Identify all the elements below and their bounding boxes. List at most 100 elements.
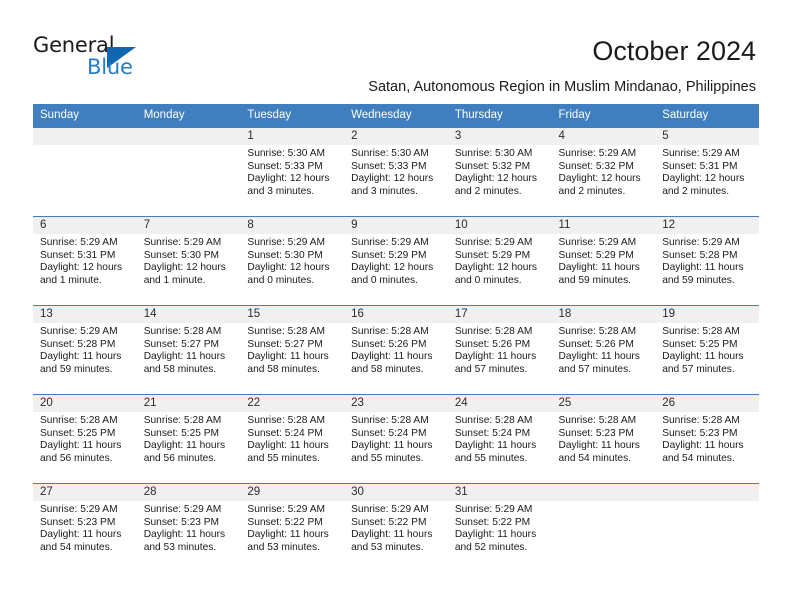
sunrise-time: Sunrise: 5:28 AM bbox=[558, 326, 637, 337]
sunset-time: Sunset: 5:24 PM bbox=[247, 427, 323, 439]
weekday-header-row: Sunday Monday Tuesday Wednesday Thursday… bbox=[33, 104, 759, 127]
day-details: Sunrise: 5:29 AM Sunset: 5:23 PM Daylight:… bbox=[33, 501, 137, 554]
calendar-day[interactable]: 19 Sunrise: 5:28 AM Sunset: 5:25 PM Dayligh… bbox=[655, 305, 759, 394]
day-number: 13 bbox=[33, 306, 137, 323]
daylight-duration-line1: Daylight: 12 hours bbox=[247, 173, 330, 185]
calendar-day[interactable]: 4 Sunrise: 5:29 AM Sunset: 5:32 PM Daylight… bbox=[551, 127, 656, 216]
general-blue-logo[interactable]: General Blue bbox=[33, 33, 213, 81]
day-details: Sunrise: 5:28 AM Sunset: 5:26 PM Daylight:… bbox=[552, 323, 656, 376]
day-details: Sunrise: 5:29 AM Sunset: 5:28 PM Daylight:… bbox=[33, 323, 137, 376]
calendar-day[interactable]: 31 Sunrise: 5:29 AM Sunset: 5:22 PM Dayligh… bbox=[447, 483, 552, 572]
day-details: Sunrise: 5:29 AM Sunset: 5:32 PM Daylight:… bbox=[552, 145, 656, 198]
sunset-time: Sunset: 5:27 PM bbox=[143, 338, 220, 350]
calendar-day[interactable]: 25 Sunrise: 5:28 AM Sunset: 5:23 PM Dayligh… bbox=[551, 394, 656, 483]
page-subtitle: Satan, Autonomous Region in Muslim Minda… bbox=[368, 79, 756, 95]
calendar-day[interactable]: 28 Sunrise: 5:29 AM Sunset: 5:23 PM Dayligh… bbox=[136, 483, 241, 572]
calendar-day-cell bbox=[551, 483, 656, 572]
day-details: Sunrise: 5:28 AM Sunset: 5:25 PM Daylight:… bbox=[137, 412, 241, 465]
daylight-duration-line2: and 54 minutes. bbox=[40, 541, 113, 553]
day-number: 11 bbox=[551, 217, 656, 234]
calendar-day-cell: 3 Sunrise: 5:30 AM Sunset: 5:32 PM Daylight… bbox=[447, 127, 552, 216]
day-details: Sunrise: 5:29 AM Sunset: 5:29 PM Daylight:… bbox=[448, 234, 552, 287]
day-details: Sunrise: 5:28 AM Sunset: 5:26 PM Daylight:… bbox=[344, 323, 448, 376]
daylight-duration-line1: Daylight: 11 hours bbox=[40, 440, 122, 452]
calendar-day-cell: 6 Sunrise: 5:29 AM Sunset: 5:31 PM Daylight… bbox=[33, 216, 137, 305]
calendar-day[interactable]: 12 Sunrise: 5:29 AM Sunset: 5:28 PM Dayligh… bbox=[655, 216, 759, 305]
calendar-day[interactable]: 13 Sunrise: 5:29 AM Sunset: 5:28 PM Dayligh… bbox=[33, 305, 137, 394]
calendar-day[interactable]: 8 Sunrise: 5:29 AM Sunset: 5:30 PM Daylight… bbox=[240, 216, 345, 305]
day-number: 22 bbox=[240, 395, 345, 412]
calendar-day[interactable]: 7 Sunrise: 5:29 AM Sunset: 5:30 PM Daylight… bbox=[136, 216, 241, 305]
calendar-day[interactable]: 22 Sunrise: 5:28 AM Sunset: 5:24 PM Dayligh… bbox=[240, 394, 345, 483]
calendar-day-cell: 24 Sunrise: 5:28 AM Sunset: 5:24 PM Dayligh… bbox=[447, 394, 552, 483]
calendar-day[interactable]: 6 Sunrise: 5:29 AM Sunset: 5:31 PM Daylight… bbox=[33, 216, 137, 305]
calendar-day[interactable]: 3 Sunrise: 5:30 AM Sunset: 5:32 PM Daylight… bbox=[447, 127, 552, 216]
sunrise-time: Sunrise: 5:29 AM bbox=[558, 148, 637, 159]
calendar-day[interactable]: 11 Sunrise: 5:29 AM Sunset: 5:29 PM Dayligh… bbox=[551, 216, 656, 305]
day-details: Sunrise: 5:29 AM Sunset: 5:29 PM Daylight:… bbox=[344, 234, 448, 287]
daylight-duration-line1: Daylight: 11 hours bbox=[351, 440, 433, 452]
sunset-time: Sunset: 5:30 PM bbox=[143, 249, 220, 261]
calendar-day[interactable]: 2 Sunrise: 5:30 AM Sunset: 5:33 PM Daylight… bbox=[344, 127, 448, 216]
calendar-day[interactable]: 18 Sunrise: 5:28 AM Sunset: 5:26 PM Dayligh… bbox=[551, 305, 656, 394]
day-number: 31 bbox=[447, 484, 552, 501]
calendar-day[interactable]: 26 Sunrise: 5:28 AM Sunset: 5:23 PM Dayligh… bbox=[655, 394, 759, 483]
weekday-header-friday: Friday bbox=[551, 104, 656, 127]
calendar-day[interactable]: 21 Sunrise: 5:28 AM Sunset: 5:25 PM Dayligh… bbox=[136, 394, 241, 483]
daylight-duration-line2: and 58 minutes. bbox=[247, 363, 320, 375]
calendar-day[interactable]: 23 Sunrise: 5:28 AM Sunset: 5:24 PM Dayligh… bbox=[344, 394, 448, 483]
day-number: 7 bbox=[136, 217, 241, 234]
daylight-duration-line1: Daylight: 12 hours bbox=[351, 262, 434, 274]
sunset-time: Sunset: 5:29 PM bbox=[351, 249, 427, 261]
daylight-duration-line1: Daylight: 12 hours bbox=[454, 262, 537, 274]
daylight-duration-line2: and 55 minutes. bbox=[454, 452, 528, 464]
calendar-day[interactable]: 5 Sunrise: 5:29 AM Sunset: 5:31 PM Daylight… bbox=[655, 127, 759, 216]
day-number: 14 bbox=[136, 306, 241, 323]
calendar-day[interactable]: 10 Sunrise: 5:29 AM Sunset: 5:29 PM Dayligh… bbox=[447, 216, 552, 305]
sunrise-sunset-calendar: Sunday Monday Tuesday Wednesday Thursday… bbox=[33, 104, 759, 572]
calendar-day[interactable]: 20 Sunrise: 5:28 AM Sunset: 5:25 PM Dayligh… bbox=[33, 394, 137, 483]
calendar-day[interactable]: 1 Sunrise: 5:30 AM Sunset: 5:33 PM Daylight… bbox=[240, 127, 345, 216]
sunset-time: Sunset: 5:28 PM bbox=[40, 338, 116, 350]
daylight-duration-line2: and 59 minutes. bbox=[558, 274, 632, 286]
sunrise-time: Sunrise: 5:28 AM bbox=[454, 415, 533, 426]
daylight-duration-line2: and 55 minutes. bbox=[351, 452, 424, 464]
day-number: 10 bbox=[447, 217, 552, 234]
logo-text-general: General bbox=[33, 33, 115, 57]
calendar-day[interactable]: 14 Sunrise: 5:28 AM Sunset: 5:27 PM Dayligh… bbox=[136, 305, 241, 394]
calendar-day[interactable]: 29 Sunrise: 5:29 AM Sunset: 5:22 PM Dayligh… bbox=[240, 483, 345, 572]
calendar-day[interactable]: 15 Sunrise: 5:28 AM Sunset: 5:27 PM Dayligh… bbox=[240, 305, 345, 394]
sunset-time: Sunset: 5:24 PM bbox=[454, 427, 531, 439]
day-number bbox=[136, 128, 241, 145]
daylight-duration-line2: and 56 minutes. bbox=[143, 452, 217, 464]
sunset-time: Sunset: 5:23 PM bbox=[662, 427, 738, 439]
calendar-day-cell: 4 Sunrise: 5:29 AM Sunset: 5:32 PM Daylight… bbox=[551, 127, 656, 216]
calendar-day[interactable]: 16 Sunrise: 5:28 AM Sunset: 5:26 PM Dayligh… bbox=[344, 305, 448, 394]
calendar-day[interactable]: 24 Sunrise: 5:28 AM Sunset: 5:24 PM Dayligh… bbox=[447, 394, 552, 483]
daylight-duration-line2: and 2 minutes. bbox=[558, 185, 626, 197]
calendar-week-row: 20 Sunrise: 5:28 AM Sunset: 5:25 PM Dayligh… bbox=[33, 394, 759, 483]
daylight-duration-line1: Daylight: 12 hours bbox=[40, 262, 123, 274]
sunset-time: Sunset: 5:28 PM bbox=[662, 249, 738, 261]
daylight-duration-line1: Daylight: 11 hours bbox=[351, 351, 433, 363]
calendar-day[interactable]: 17 Sunrise: 5:28 AM Sunset: 5:26 PM Dayligh… bbox=[447, 305, 552, 394]
sunrise-time: Sunrise: 5:29 AM bbox=[454, 504, 533, 515]
sunrise-time: Sunrise: 5:28 AM bbox=[662, 415, 740, 426]
calendar-day-cell: 14 Sunrise: 5:28 AM Sunset: 5:27 PM Dayligh… bbox=[136, 305, 241, 394]
sunrise-time: Sunrise: 5:28 AM bbox=[143, 415, 222, 426]
calendar-day-cell: 11 Sunrise: 5:29 AM Sunset: 5:29 PM Dayligh… bbox=[551, 216, 656, 305]
calendar-day-cell: 13 Sunrise: 5:29 AM Sunset: 5:28 PM Dayligh… bbox=[33, 305, 137, 394]
sunrise-time: Sunrise: 5:30 AM bbox=[454, 148, 533, 159]
calendar-day[interactable]: 27 Sunrise: 5:29 AM Sunset: 5:23 PM Dayligh… bbox=[33, 483, 137, 572]
sunset-time: Sunset: 5:22 PM bbox=[247, 516, 323, 528]
day-details: Sunrise: 5:28 AM Sunset: 5:27 PM Daylight:… bbox=[240, 323, 344, 376]
weekday-header-tuesday: Tuesday bbox=[240, 104, 345, 127]
daylight-duration-line2: and 53 minutes. bbox=[351, 541, 424, 553]
calendar-day[interactable]: 30 Sunrise: 5:29 AM Sunset: 5:22 PM Dayligh… bbox=[344, 483, 448, 572]
sunset-time: Sunset: 5:25 PM bbox=[143, 427, 220, 439]
day-details: Sunrise: 5:29 AM Sunset: 5:28 PM Daylight:… bbox=[655, 234, 759, 287]
day-details: Sunrise: 5:28 AM Sunset: 5:23 PM Daylight:… bbox=[655, 412, 759, 465]
calendar-day[interactable]: 9 Sunrise: 5:29 AM Sunset: 5:29 PM Daylight… bbox=[344, 216, 448, 305]
day-number: 28 bbox=[136, 484, 241, 501]
sunrise-time: Sunrise: 5:28 AM bbox=[351, 415, 429, 426]
